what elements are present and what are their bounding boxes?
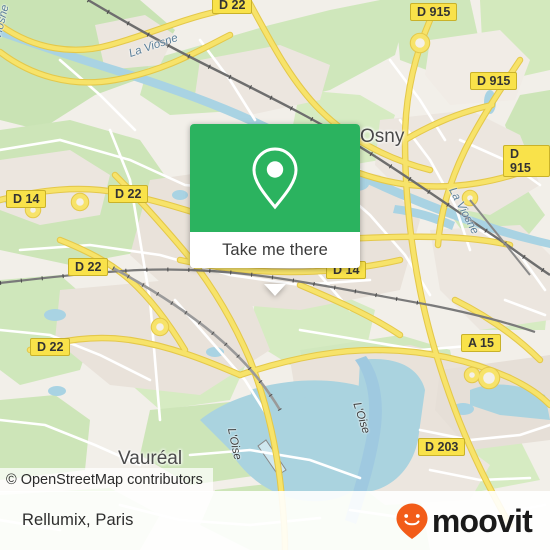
road-shield-d915: D 915	[503, 145, 550, 177]
road-shield-d915: D 915	[470, 72, 518, 90]
road-shield-d915: D 915	[410, 3, 458, 21]
road-shield-d22: D 22	[108, 185, 149, 203]
footer-bar: Rellumix, Paris moovit	[0, 491, 550, 550]
moovit-map-screen: .lbl-city { font-family:"Liberation Sans…	[0, 0, 550, 550]
road-shield-d203: D 203	[418, 438, 466, 456]
road-shield-d22: D 22	[212, 0, 253, 14]
map-city-label: Osny	[360, 126, 405, 147]
road-shield-a15: A 15	[461, 334, 501, 352]
road-shield-d22: D 22	[30, 338, 71, 356]
osm-attribution-text: © OpenStreetMap contributors	[6, 472, 203, 488]
popup-tail	[264, 284, 286, 296]
popup-header	[190, 124, 360, 232]
road-shield-d22: D 22	[68, 258, 109, 276]
moovit-wordmark: moovit	[431, 502, 533, 539]
moovit-logo[interactable]: moovit	[394, 502, 533, 540]
popup-action-label: Take me there	[222, 240, 328, 259]
moovit-pin-icon	[396, 503, 428, 539]
destination-popup[interactable]: Take me there	[190, 124, 360, 296]
place-name: Rellumix, Paris	[22, 511, 134, 529]
map-pin-icon	[252, 147, 298, 210]
map-canvas[interactable]: .lbl-city { font-family:"Liberation Sans…	[0, 0, 550, 550]
popup-action[interactable]: Take me there	[190, 232, 360, 268]
map-city-label: Vauréal	[118, 448, 183, 469]
road-shield-d14: D 14	[6, 190, 47, 208]
osm-attribution[interactable]: © OpenStreetMap contributors	[0, 468, 213, 492]
popup-body: Take me there	[190, 124, 360, 268]
